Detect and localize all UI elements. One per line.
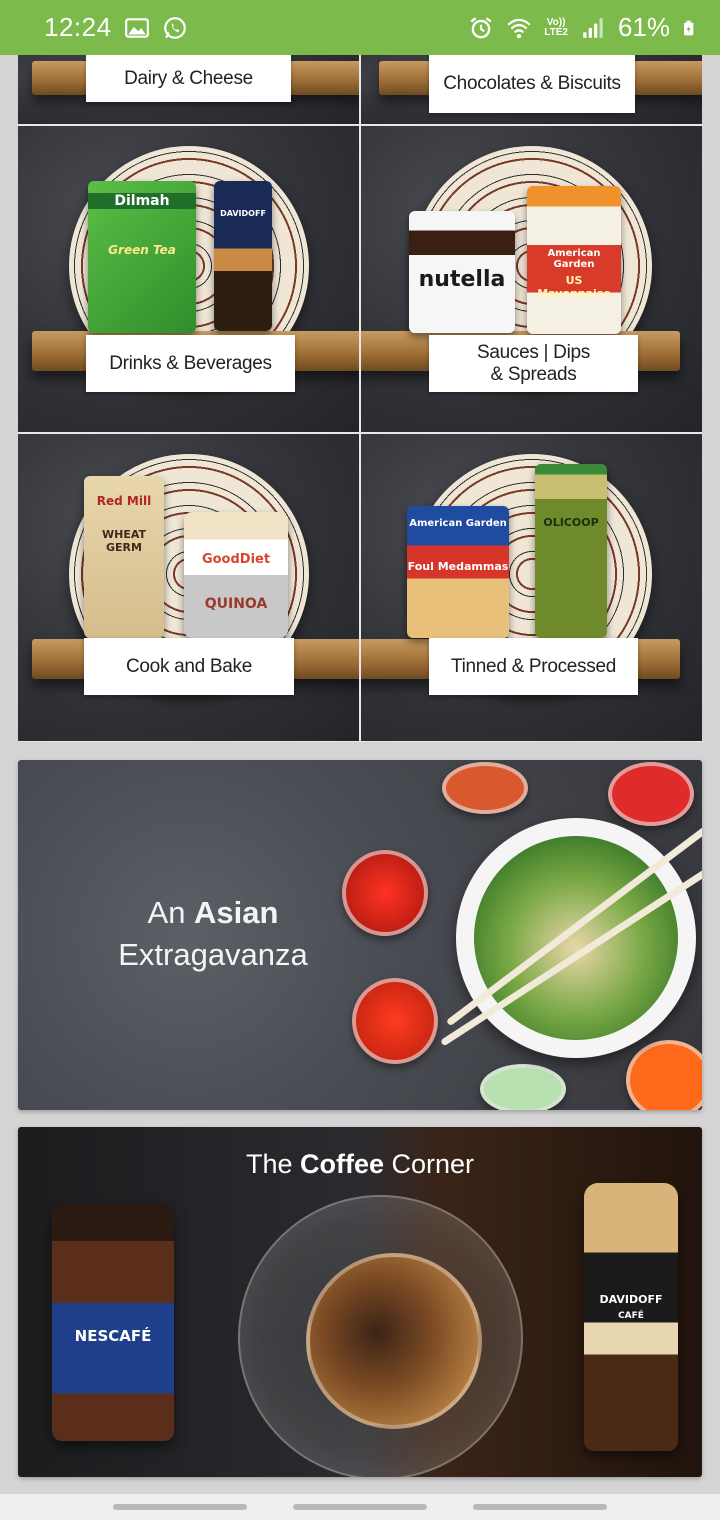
nav-pill-center[interactable] <box>293 1504 427 1510</box>
foul-medammas-label: Foul Medammas <box>407 560 509 573</box>
gooddiet-label: GoodDiet <box>201 552 271 567</box>
dilmah-label: Dilmah <box>88 193 196 209</box>
davidoff-cafe-jar: DAVIDOFF CAFÉ <box>584 1183 678 1451</box>
wifi-icon <box>507 18 531 38</box>
asian-title-bold: Asian <box>194 895 279 930</box>
sauce-dish <box>480 1064 566 1110</box>
category-tile-tinned-processed[interactable]: American Garden Foul Medammas OLICOOP Ti… <box>361 434 702 741</box>
dilmah-tea-box: Dilmah Green Tea <box>88 181 196 333</box>
signal-icon <box>583 17 603 38</box>
asian-banner-title: An Asian Extragavanza <box>58 892 368 976</box>
category-label-line1: Sauces | Dips <box>477 341 590 363</box>
american-garden-can-label: American Garden <box>409 518 507 529</box>
wheat-germ-label: WHEAT GERM <box>101 528 147 554</box>
nutella-jar: nutella <box>409 211 515 333</box>
asian-extravaganza-banner[interactable]: An Asian Extragavanza <box>18 760 702 1110</box>
gallery-icon <box>124 17 149 38</box>
asian-title-line2: Extragavanza <box>118 937 308 972</box>
nav-pill-right[interactable] <box>473 1504 607 1510</box>
davidoff-cafe-label: DAVIDOFF <box>599 1293 663 1306</box>
category-tile-drinks-beverages[interactable]: Dilmah Green Tea DAVIDOFF Drinks & Bever… <box>18 126 359 432</box>
category-tile-dairy-cheese[interactable]: Dairy & Cheese <box>18 55 359 124</box>
american-garden-label: American Garden <box>547 248 601 270</box>
coffee-banner-title: The Coffee Corner <box>18 1149 702 1180</box>
coffee-title-end: Corner <box>384 1149 475 1179</box>
category-label: Drinks & Beverages <box>86 335 295 392</box>
nescafe-jar: NESCAFÉ <box>52 1203 174 1441</box>
status-bar-right: Vo)) LTE2 61% <box>468 12 698 43</box>
davidoff-label: DAVIDOFF <box>220 209 266 218</box>
asian-title-regular: An <box>147 895 195 930</box>
foul-medammas-can: American Garden Foul Medammas <box>407 506 509 638</box>
category-label-line2: & Spreads <box>490 363 577 385</box>
coffee-title-bold: Coffee <box>299 1149 384 1179</box>
category-label: Sauces | Dips & Spreads <box>429 335 638 392</box>
pho-bowl <box>456 818 696 1058</box>
category-tile-sauces-dips-spreads[interactable]: nutella American Garden US Mayonnaise Sa… <box>361 126 702 432</box>
nutella-label: nutella <box>409 267 515 292</box>
davidoff-cafe-sub: CAFÉ <box>618 1311 644 1321</box>
pho-contents <box>474 836 678 1040</box>
category-tile-chocolates-biscuits[interactable]: Chocolates & Biscuits <box>361 55 702 124</box>
whatsapp-icon <box>163 16 186 39</box>
mayonnaise-jar: American Garden US Mayonnaise <box>527 186 621 334</box>
alarm-icon <box>470 16 492 38</box>
nutella-text: nutella <box>418 267 506 292</box>
chili-dish <box>342 850 428 936</box>
category-label: Dairy & Cheese <box>86 55 291 102</box>
olive-jar: OLICOOP <box>535 464 607 638</box>
network-lte: LTE2 <box>544 26 568 38</box>
asian-title-line1: An Asian <box>58 892 368 934</box>
category-label: Tinned & Processed <box>429 638 638 695</box>
network-volte: Vo)) <box>546 16 566 28</box>
category-label: Cook and Bake <box>84 638 294 695</box>
status-bar: 12:24 Vo)) LTE2 61% <box>0 0 720 55</box>
coffee-corner-banner[interactable]: The Coffee Corner NESCAFÉ DAVIDOFF CAFÉ <box>18 1127 702 1477</box>
battery-percent: 61% <box>617 12 670 42</box>
coffee-crema <box>306 1253 482 1429</box>
red-mill-label: Red Mill <box>96 494 152 508</box>
sauce-dish <box>352 978 438 1064</box>
nav-pill-left[interactable] <box>113 1504 247 1510</box>
status-time: 12:24 <box>44 12 112 42</box>
coffee-cup <box>238 1195 523 1477</box>
category-grid: Dairy & Cheese Chocolates & Biscuits Dil… <box>18 55 702 742</box>
wheat-germ-bag: Red Mill WHEAT GERM <box>84 476 164 638</box>
sauce-dish <box>608 762 694 826</box>
quinoa-tin: GoodDiet QUINOA <box>184 512 288 638</box>
us-mayonnaise-label: US Mayonnaise <box>537 274 611 300</box>
status-bar-left: 12:24 <box>44 12 188 43</box>
quinoa-label: QUINOA <box>204 596 268 612</box>
nescafe-label: NESCAFÉ <box>74 1327 152 1345</box>
coffee-title-regular: The <box>245 1149 300 1179</box>
sauce-dish <box>442 762 528 814</box>
battery-icon <box>684 20 694 35</box>
carrot-dish <box>626 1040 702 1110</box>
davidoff-jar: DAVIDOFF <box>214 181 272 331</box>
category-label: Chocolates & Biscuits <box>429 55 635 113</box>
category-tile-cook-bake[interactable]: Red Mill WHEAT GERM GoodDiet QUINOA Cook… <box>18 434 359 741</box>
green-tea-label: Green Tea <box>108 243 176 257</box>
network-indicator: Vo)) LTE2 <box>544 16 568 38</box>
gesture-navigation-bar <box>0 1494 720 1520</box>
olicoop-label: OLICOOP <box>543 516 599 529</box>
